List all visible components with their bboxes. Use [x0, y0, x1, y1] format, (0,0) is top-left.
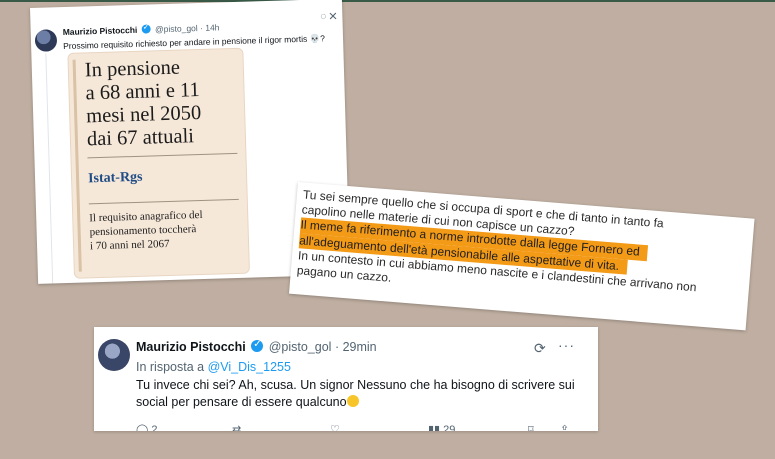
verified-badge-icon [141, 24, 151, 34]
divider [88, 198, 239, 205]
share-icon[interactable]: ⇪ [560, 423, 569, 431]
image-subtext: Il requisito anagrafico del pensionament… [89, 208, 203, 253]
avatar[interactable] [98, 339, 130, 371]
tweet-body: Tu invece chi sei? Ah, scusa. Un signor … [136, 377, 586, 411]
top-border [0, 0, 775, 2]
reply-text: Tu sei sempre quello che si occupa di sp… [296, 187, 752, 314]
verified-badge-icon [251, 339, 264, 352]
tweet-image[interactable]: In pensione a 68 anni e 11 mesi nel 2050… [67, 47, 250, 279]
image-edge [72, 59, 82, 272]
grok-icon[interactable]: ◌ [320, 11, 326, 22]
reply-text-card: Tu sei sempre quello che si occupa di sp… [289, 182, 755, 331]
close-icon[interactable]: × [328, 8, 337, 25]
view-count: 29 [443, 424, 456, 431]
views-button[interactable]: ▮▮ 29 [428, 423, 455, 431]
tweet-time[interactable]: · 29min [335, 340, 377, 354]
author-name[interactable]: Maurizio Pistocchi [63, 25, 138, 37]
author-name[interactable]: Maurizio Pistocchi [136, 340, 246, 354]
tweet-header: Maurizio Pistocchi @pisto_gol · 14h [63, 22, 220, 37]
retweet-icon[interactable]: ⇄ [232, 423, 241, 431]
reply-prefix: In risposta a [136, 360, 205, 374]
reply-count: 2 [151, 424, 158, 431]
rofl-emoji-icon [346, 395, 359, 407]
image-headline: In pensione a 68 anni e 11 mesi nel 2050… [84, 56, 202, 151]
reply-context: In risposta a @Vi_Dis_1255 [136, 360, 291, 374]
answer-tweet-card: Maurizio Pistocchi @pisto_gol · 29min ⟳ … [94, 327, 598, 431]
thread-line [45, 53, 54, 284]
author-handle[interactable]: @pisto_gol [155, 23, 198, 34]
reply-button[interactable]: ◯ 2 [136, 423, 158, 431]
more-options-icon[interactable]: ··· [558, 337, 575, 353]
tweet-time[interactable]: · 14h [200, 22, 220, 33]
image-source: Istat-Rgs [87, 169, 143, 187]
grok-icon[interactable]: ⟳ [534, 340, 546, 357]
action-bar: ◯ 2 ⇄ ♡ ▮▮ 29 ⌑ ⇪ [136, 423, 596, 431]
bookmark-icon[interactable]: ⌑ [528, 423, 534, 431]
tweet-header: Maurizio Pistocchi @pisto_gol · 29min [136, 339, 377, 354]
like-icon[interactable]: ♡ [330, 423, 340, 431]
avatar[interactable] [34, 29, 58, 52]
divider [87, 152, 238, 159]
author-handle[interactable]: @pisto_gol [269, 340, 332, 354]
reply-to-handle[interactable]: @Vi_Dis_1255 [208, 360, 291, 374]
